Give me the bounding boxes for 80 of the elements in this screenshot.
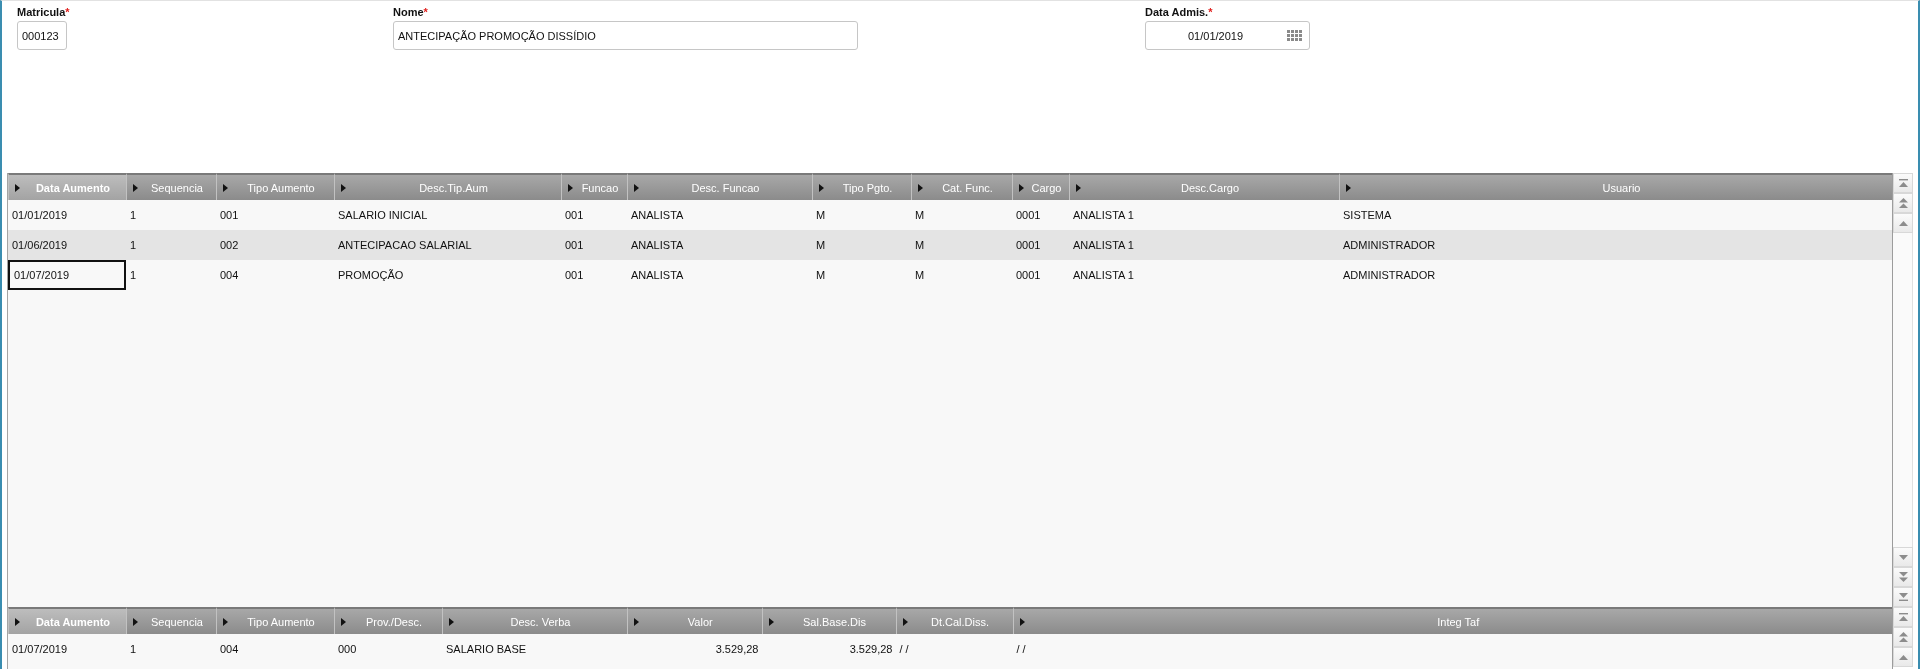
required-mark: * [1208, 6, 1213, 18]
field-label: Matricula [17, 6, 66, 18]
column-header[interactable]: Integ Taf [1012, 607, 1892, 634]
column-header[interactable]: Desc. Verba [442, 607, 627, 634]
column-header[interactable]: Dt.Cal.Diss. [895, 607, 1013, 634]
required-mark: * [65, 6, 70, 18]
caret-icon [1076, 183, 1081, 192]
scroll-to-top-button[interactable] [1893, 173, 1913, 193]
caret-icon [634, 183, 639, 192]
column-header[interactable]: Prov./Desc. [334, 607, 442, 634]
caret-icon [1346, 183, 1351, 192]
column-header[interactable]: Tipo Pgto. [812, 173, 911, 200]
column-header[interactable]: Data Aumento [8, 173, 126, 200]
calendar-icon[interactable] [1287, 30, 1302, 41]
column-header[interactable]: Sequencia [126, 173, 216, 200]
column-header[interactable]: Desc. Funcao [627, 173, 812, 200]
column-header[interactable]: Usuario [1339, 173, 1892, 200]
page-up-button[interactable] [1893, 193, 1913, 213]
caret-icon [1019, 183, 1024, 192]
page-down-button[interactable] [1893, 567, 1913, 587]
column-header[interactable]: Cargo [1012, 173, 1069, 200]
caret-icon [768, 617, 774, 626]
table-cell: ADMINISTRADOR [1339, 230, 1892, 260]
text-field[interactable]: ANTECIPAÇÃO PROMOÇÃO DISSÍDIO [393, 21, 858, 50]
column-header[interactable]: Sal.Base.Dis [761, 607, 896, 634]
table-cell: 0001 [1012, 230, 1069, 260]
scroll-down-button[interactable] [1893, 547, 1913, 567]
table-cell: M [911, 230, 1012, 260]
page-up-button[interactable] [1893, 627, 1913, 647]
caret-icon [223, 183, 228, 192]
column-header[interactable]: Data Aumento [8, 607, 126, 634]
scroll-up-button[interactable] [1893, 647, 1913, 667]
caret-icon [341, 617, 346, 626]
caret-icon [918, 183, 923, 192]
column-header[interactable]: Tipo Aumento [216, 173, 334, 200]
column-header[interactable]: Tipo Aumento [216, 607, 334, 634]
scroll-to-top-button[interactable] [1893, 607, 1913, 627]
caret-icon [1019, 617, 1025, 626]
double-triangle-up-icon [1898, 198, 1908, 208]
caret-icon [15, 183, 20, 192]
scroll-to-bottom-icon [1898, 593, 1908, 601]
table-cell: ANTECIPACAO SALARIAL [334, 230, 561, 260]
field-label: Data Admis. [1145, 6, 1209, 18]
caret-icon [568, 183, 573, 192]
triangle-down-icon [1898, 554, 1908, 560]
caret-icon [902, 617, 908, 626]
table-cell: 1 [126, 230, 216, 260]
table-cell: 002 [216, 230, 334, 260]
column-header[interactable]: Desc.Cargo [1069, 173, 1339, 200]
table-cell: 01/07/2019 [8, 260, 126, 290]
table-cell: ANALISTA 1 [1069, 230, 1339, 260]
caret-icon [223, 617, 228, 626]
caret-icon [133, 183, 138, 192]
column-header[interactable]: Cat. Func. [911, 173, 1012, 200]
table-cell: 001 [561, 230, 627, 260]
text-field[interactable]: 000123 [17, 21, 67, 50]
column-header[interactable]: Valor [627, 607, 762, 634]
date-field[interactable]: 01/01/2019 [1145, 21, 1310, 50]
double-triangle-up-icon [1898, 632, 1908, 642]
caret-icon [15, 617, 20, 626]
triangle-up-icon [1898, 220, 1908, 226]
triangle-up-icon [1898, 654, 1908, 660]
caret-icon [341, 183, 346, 192]
field-label: Nome [393, 6, 424, 18]
scroll-to-bottom-button[interactable] [1893, 587, 1913, 607]
scroll-to-top-icon [1898, 613, 1908, 621]
column-header[interactable]: Desc.Tip.Aum [334, 173, 561, 200]
column-header[interactable]: Sequencia [126, 607, 216, 634]
scroll-up-button[interactable] [1893, 213, 1913, 233]
caret-icon [819, 183, 824, 192]
double-triangle-down-icon [1898, 572, 1908, 582]
table-cell: ANALISTA [627, 230, 812, 260]
caret-icon [634, 617, 639, 626]
table-cell: 01/06/2019 [8, 230, 126, 260]
column-header[interactable]: Funcao [561, 173, 627, 200]
table-cell: M [812, 230, 911, 260]
caret-icon [449, 617, 454, 626]
scroll-to-top-icon [1898, 179, 1908, 187]
caret-icon [133, 617, 138, 626]
required-mark: * [423, 6, 428, 18]
